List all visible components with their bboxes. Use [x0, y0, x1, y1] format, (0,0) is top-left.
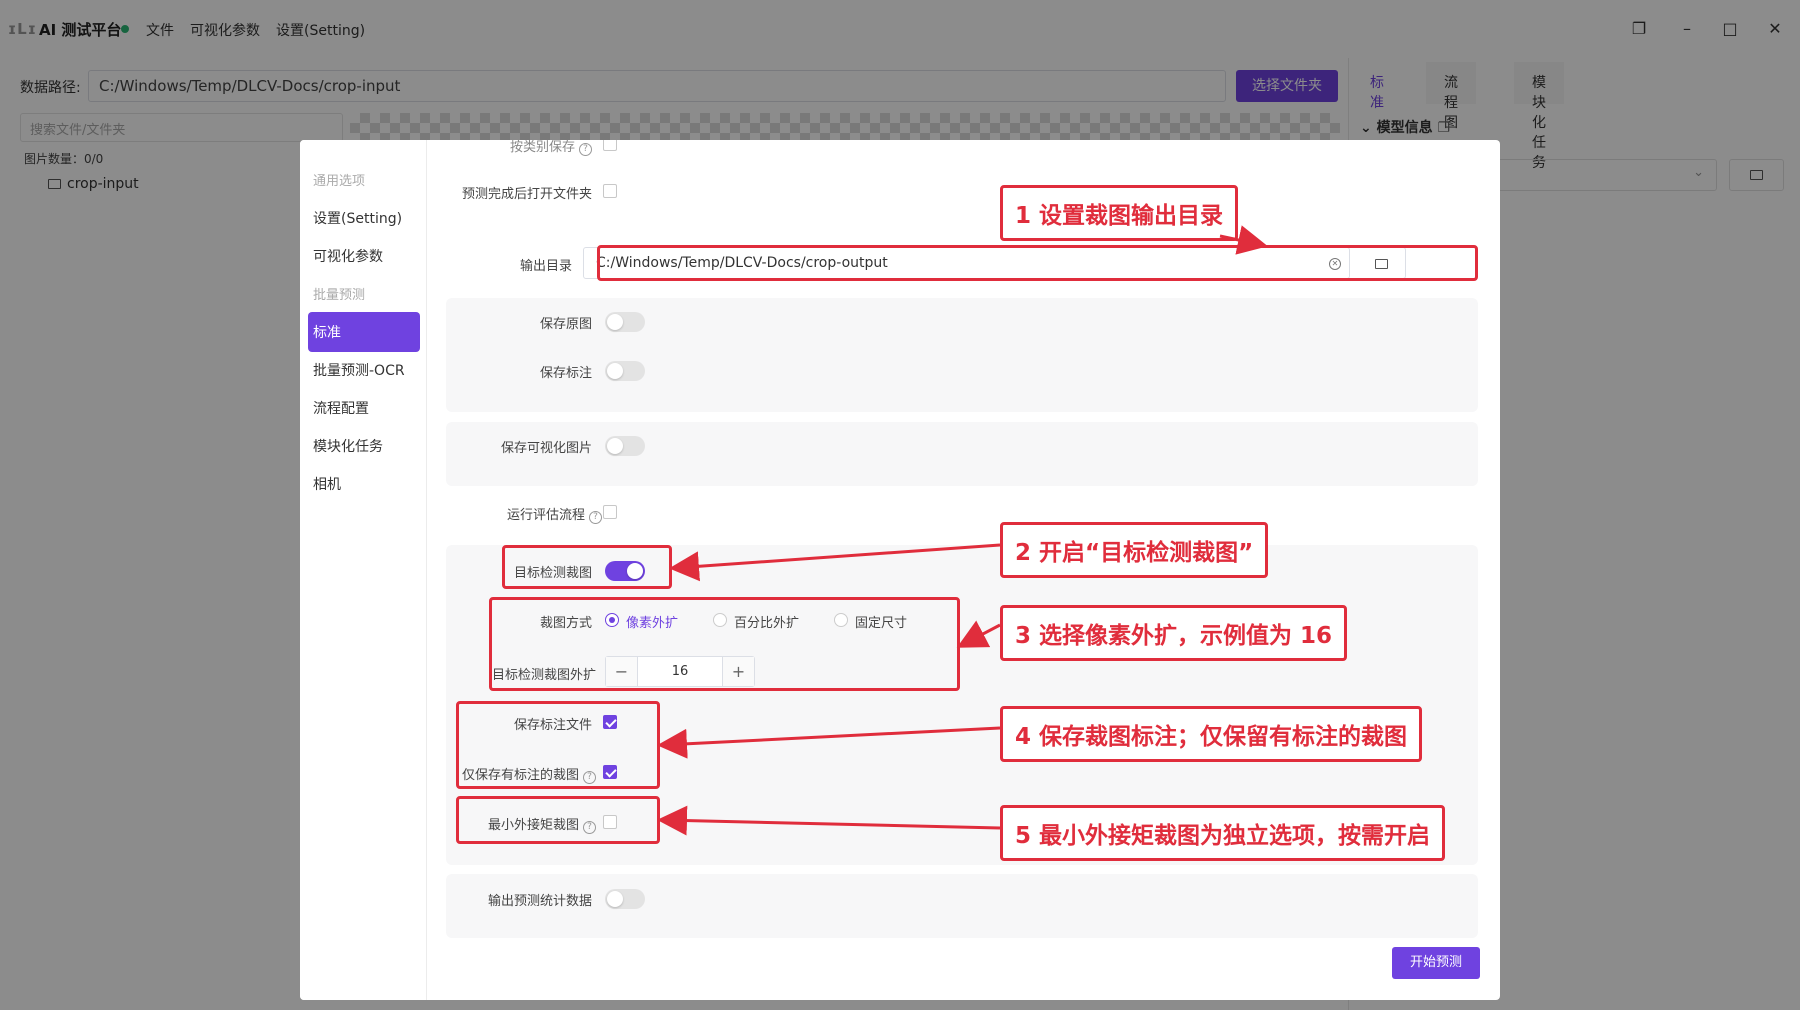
nav-item-modular-task[interactable]: 模块化任务: [308, 426, 420, 466]
annotation-callout-1: 1 设置裁图输出目录: [1000, 185, 1239, 241]
save-options-card: [446, 298, 1478, 412]
annotation-box-output-dir: [597, 245, 1478, 281]
open-folder-checkbox[interactable]: [603, 184, 617, 198]
nav-group-general: 通用选项: [313, 174, 366, 189]
output-stats-switch[interactable]: [605, 889, 645, 909]
output-dir-label: 输出目录: [519, 259, 572, 274]
annotation-box-detect-crop: [502, 545, 672, 589]
annotation-box-crop-mode: [489, 597, 960, 691]
nav-item-standard[interactable]: 标准: [308, 312, 420, 352]
output-stats-label: 输出预测统计数据: [487, 894, 592, 909]
start-predict-button[interactable]: 开始预测: [1392, 947, 1480, 979]
help-icon[interactable]: ?: [579, 143, 592, 156]
run-eval-label: 运行评估流程?: [462, 504, 602, 524]
nav-group-batch: 批量预测: [313, 288, 366, 303]
annotation-box-min-rect: [456, 796, 660, 844]
output-stats-card: [446, 874, 1478, 938]
nav-item-visual-params[interactable]: 可视化参数: [308, 236, 420, 276]
nav-item-setting[interactable]: 设置(Setting): [308, 198, 420, 238]
annotation-callout-3: 3 选择像素外扩，示例值为 16: [1000, 605, 1348, 661]
annotation-callout-2: 2 开启“目标检测裁图”: [1000, 522, 1269, 578]
annotation-box-save-labels: [456, 701, 660, 789]
save-by-class-label: 按类别保存?: [503, 140, 592, 156]
save-annotation-switch[interactable]: [605, 361, 645, 381]
save-annotation-label: 保存标注: [539, 366, 592, 381]
help-icon[interactable]: ?: [589, 511, 602, 524]
annotation-callout-4: 4 保存裁图标注；仅保留有标注的裁图: [1000, 706, 1423, 762]
nav-item-flow-config[interactable]: 流程配置: [308, 388, 420, 428]
save-visualization-switch[interactable]: [605, 436, 645, 456]
visualization-card: [446, 422, 1478, 486]
settings-nav: 通用选项 设置(Setting) 可视化参数 批量预测 标准 批量预测-OCR …: [300, 140, 427, 1000]
nav-item-ocr[interactable]: 批量预测-OCR: [308, 350, 420, 390]
save-visualization-label: 保存可视化图片: [500, 441, 592, 456]
save-original-label: 保存原图: [539, 317, 592, 332]
annotation-callout-5: 5 最小外接矩裁图为独立选项，按需开启: [1000, 805, 1446, 861]
nav-item-camera[interactable]: 相机: [308, 464, 420, 504]
save-by-class-checkbox[interactable]: [603, 140, 617, 151]
run-eval-checkbox[interactable]: [603, 505, 617, 519]
open-folder-label: 预测完成后打开文件夹: [461, 187, 592, 202]
save-original-switch[interactable]: [605, 312, 645, 332]
